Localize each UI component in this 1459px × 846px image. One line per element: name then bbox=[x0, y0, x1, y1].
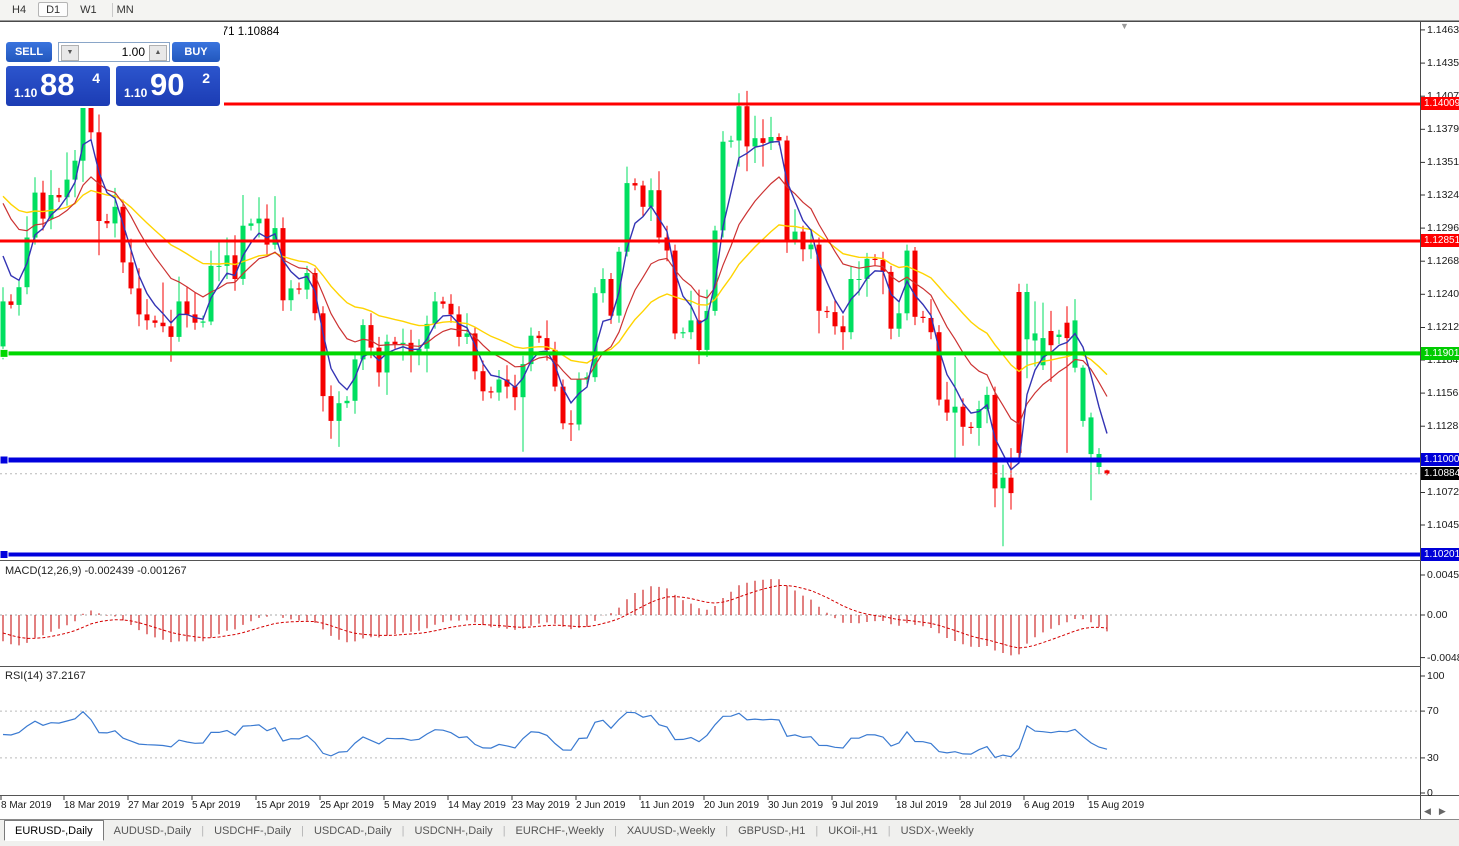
chart-canvas[interactable] bbox=[0, 0, 1459, 846]
line-price-tag: 1.10201 bbox=[1421, 547, 1459, 561]
line-price-tag: 1.11000 bbox=[1421, 453, 1459, 467]
bid-pip-digit: 4 bbox=[92, 70, 100, 86]
ask-main-digits: 90 bbox=[150, 67, 185, 102]
rsi-value: 37.2167 bbox=[45, 670, 86, 682]
bid-quote-button[interactable]: 1.10 88 4 bbox=[6, 66, 110, 106]
bid-prefix: 1.10 bbox=[14, 86, 38, 100]
ask-quote-button[interactable]: 1.10 90 2 bbox=[116, 66, 220, 106]
sell-button[interactable]: SELL bbox=[6, 42, 52, 62]
ask-prefix: 1.10 bbox=[124, 86, 148, 100]
one-click-trading-panel: SELL ▼ 1.00 ▲ BUY 1.10 88 4 1.10 90 2 bbox=[0, 22, 224, 108]
bid-main-digits: 88 bbox=[40, 67, 75, 102]
volume-increase-icon[interactable]: ▲ bbox=[149, 45, 167, 61]
ask-pip-digit: 2 bbox=[202, 70, 210, 86]
volume-field[interactable]: ▼ 1.00 ▲ bbox=[58, 42, 170, 62]
volume-value[interactable]: 1.00 bbox=[122, 45, 145, 59]
macd-values: -0.002439 -0.001267 bbox=[84, 565, 187, 577]
macd-indicator-label: MACD(12,26,9) -0.002439 -0.001267 bbox=[5, 565, 187, 577]
line-price-tag: 1.12851 bbox=[1421, 234, 1459, 248]
line-price-tag: 1.14009 bbox=[1421, 97, 1459, 111]
volume-decrease-icon[interactable]: ▼ bbox=[61, 45, 79, 61]
current-price-tag: 1.10884 bbox=[1421, 467, 1459, 481]
line-price-tag: 1.11901 bbox=[1421, 346, 1459, 360]
buy-button[interactable]: BUY bbox=[172, 42, 220, 62]
rsi-indicator-label: RSI(14) 37.2167 bbox=[5, 670, 86, 682]
